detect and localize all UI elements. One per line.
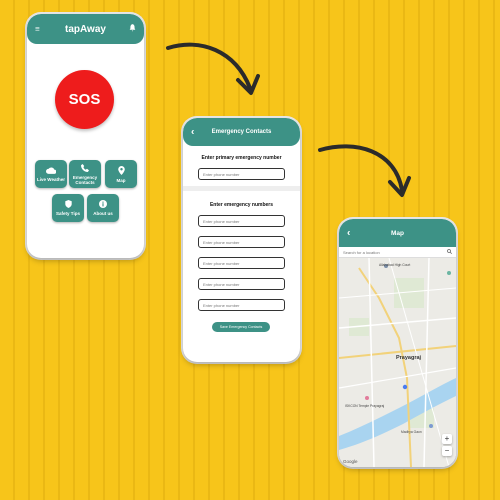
- city-label: Prayagraj: [396, 355, 422, 361]
- location-search-input[interactable]: Search for a location: [339, 247, 456, 258]
- map-button[interactable]: Map: [105, 160, 137, 188]
- home-screen-phone: ≡ tapAway SOS Live Weather Emergency Con…: [27, 14, 144, 258]
- tile-label: Safety Tips: [56, 211, 80, 216]
- map-view[interactable]: Allahabad High Court Prayagraj ISKCON Te…: [339, 258, 456, 467]
- phone-field-2[interactable]: Enter phone number: [198, 236, 285, 248]
- live-weather-button[interactable]: Live Weather: [35, 160, 67, 188]
- phone-field-4[interactable]: Enter phone number: [198, 278, 285, 290]
- sos-button[interactable]: SOS: [55, 70, 114, 129]
- map-title: Map: [391, 229, 404, 237]
- shield-icon: [64, 200, 72, 210]
- map-app-bar: ‹ Map: [339, 219, 456, 247]
- save-contacts-button[interactable]: Save Emergency Contacts: [212, 322, 270, 332]
- back-icon[interactable]: ‹: [347, 228, 350, 239]
- place-label: ISKCON Temple Prayagraj: [345, 404, 385, 408]
- place-label: Madhya Gaon: [401, 430, 422, 434]
- map-graphic: [339, 258, 456, 467]
- bell-icon[interactable]: [129, 24, 136, 34]
- phone-field-1[interactable]: Enter phone number: [198, 215, 285, 227]
- menu-icon[interactable]: ≡: [35, 25, 40, 34]
- tile-label: Live Weather: [37, 176, 65, 182]
- primary-phone-field[interactable]: Enter phone number: [198, 168, 285, 180]
- tile-label: Map: [116, 177, 126, 183]
- cloud-icon: [46, 166, 57, 176]
- app-title: tapAway: [65, 23, 106, 35]
- contacts-screen-phone: ‹ Emergency Contacts Enter primary emerg…: [183, 118, 300, 362]
- phone-field-5[interactable]: Enter phone number: [198, 299, 285, 311]
- map-screen-phone: ‹ Map Search for a location Allahabad Hi…: [339, 219, 456, 467]
- zoom-out-button[interactable]: −: [442, 446, 452, 456]
- phone-icon: [81, 163, 89, 174]
- safety-tips-button[interactable]: Safety Tips: [52, 194, 84, 222]
- zoom-in-button[interactable]: +: [442, 434, 452, 444]
- primary-number-heading: Enter primary emergency number: [201, 155, 282, 161]
- tile-label: Emergency Contacts: [72, 174, 98, 185]
- contacts-app-bar: ‹ Emergency Contacts: [183, 118, 300, 146]
- back-icon[interactable]: ‹: [191, 127, 194, 138]
- about-us-button[interactable]: About us: [87, 194, 119, 222]
- map-pin-icon: [117, 165, 125, 177]
- place-label: Allahabad High Court: [379, 263, 411, 267]
- emergency-numbers-heading: Enter emergency numbers: [209, 202, 274, 208]
- tile-label: About us: [93, 211, 113, 216]
- contacts-title: Emergency Contacts: [211, 129, 272, 135]
- map-attribution: Google: [343, 459, 358, 464]
- home-app-bar: ≡ tapAway: [27, 14, 144, 44]
- section-divider: [183, 186, 300, 191]
- phone-field-3[interactable]: Enter phone number: [198, 257, 285, 269]
- emergency-contacts-button[interactable]: Emergency Contacts: [69, 160, 101, 188]
- search-icon: [447, 249, 453, 255]
- info-icon: [99, 200, 107, 210]
